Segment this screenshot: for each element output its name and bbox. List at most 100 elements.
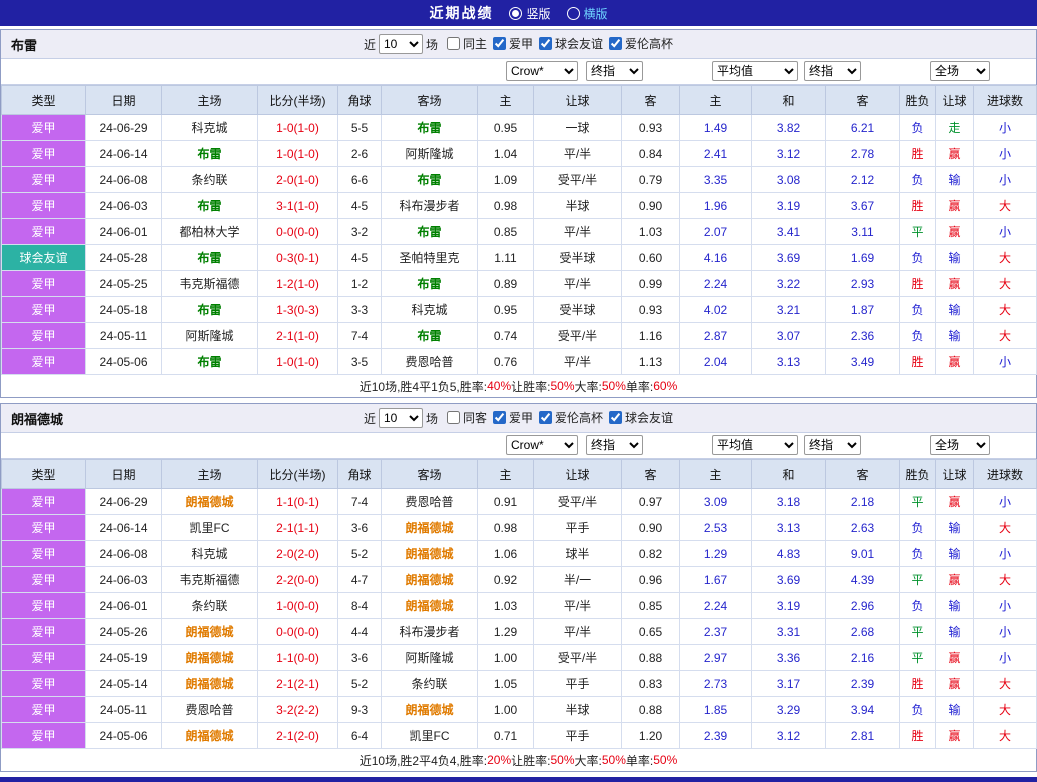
euro-draw-odds: 3.19 bbox=[751, 592, 826, 619]
home-team-name: 费恩哈普 bbox=[161, 696, 258, 723]
corner-count: 3-6 bbox=[337, 514, 382, 541]
col-header-away: 客场 bbox=[381, 85, 478, 115]
asia-handicap: 半/一 bbox=[533, 566, 622, 593]
filter-checkbox[interactable]: 同主 bbox=[446, 35, 487, 52]
score-halftime: 1-0(1-0) bbox=[257, 114, 338, 141]
scope-select[interactable]: 全场 bbox=[930, 435, 990, 455]
bookmaker-select[interactable]: Crow* bbox=[506, 61, 578, 81]
euro-away-odds: 2.93 bbox=[825, 270, 900, 297]
euro-average-select[interactable]: 平均值 bbox=[712, 435, 798, 455]
filter-checkbox[interactable]: 球会友谊 bbox=[539, 35, 603, 52]
euro-draw-odds: 3.18 bbox=[751, 488, 826, 515]
radio-unselected-icon bbox=[566, 6, 580, 20]
home-team-name: 条约联 bbox=[161, 166, 258, 193]
league-badge: 爱甲 bbox=[1, 722, 86, 749]
filter-checkbox-input[interactable] bbox=[493, 37, 506, 50]
euro-away-odds: 2.39 bbox=[825, 670, 900, 697]
asia-handicap: 平/半 bbox=[533, 218, 622, 245]
goals-over-under-flag: 小 bbox=[973, 540, 1037, 567]
asia-home-odds: 0.89 bbox=[477, 270, 534, 297]
handicap-result-flag: 输 bbox=[935, 296, 974, 323]
match-date: 24-06-03 bbox=[85, 566, 162, 593]
filter-checkbox-input[interactable] bbox=[446, 37, 460, 50]
filter-checkbox[interactable]: 爱伦高杯 bbox=[539, 409, 603, 426]
filter-checkbox-label: 爱伦高杯 bbox=[555, 411, 604, 425]
asia-odds-type-select[interactable]: 终指 bbox=[586, 61, 643, 81]
col-header-score: 比分(半场) bbox=[257, 459, 338, 489]
euro-home-odds: 2.37 bbox=[679, 618, 752, 645]
euro-draw-odds: 4.83 bbox=[751, 540, 826, 567]
col-header-euro-home: 主 bbox=[679, 85, 752, 115]
asia-odds-type-select[interactable]: 终指 bbox=[586, 435, 643, 455]
col-header-euro-away: 客 bbox=[825, 85, 900, 115]
match-count-select[interactable]: 10 bbox=[378, 34, 423, 54]
corner-count: 8-4 bbox=[337, 592, 382, 619]
match-result-flag: 胜 bbox=[899, 722, 936, 749]
away-team-name: 朗福德城 bbox=[381, 514, 478, 541]
match-date: 24-06-08 bbox=[85, 540, 162, 567]
asia-home-odds: 1.00 bbox=[477, 644, 534, 671]
scope-select[interactable]: 全场 bbox=[930, 61, 990, 81]
euro-home-odds: 2.04 bbox=[679, 348, 752, 375]
euro-draw-odds: 3.12 bbox=[751, 140, 826, 167]
away-team-name: 科布漫步者 bbox=[381, 192, 478, 219]
euro-home-odds: 2.24 bbox=[679, 270, 752, 297]
team-name: 朗福德城 bbox=[11, 411, 64, 427]
handicap-result-flag: 走 bbox=[935, 114, 974, 141]
euro-home-odds: 1.85 bbox=[679, 696, 752, 723]
asia-home-odds: 1.06 bbox=[477, 540, 534, 567]
table-header-row: 类型 日期 主场 比分(半场) 角球 客场 主 让球 客 主 和 客 胜负 让球… bbox=[1, 85, 1037, 115]
euro-away-odds: 2.78 bbox=[825, 140, 900, 167]
bookmaker-select[interactable]: Crow* bbox=[506, 435, 578, 455]
euro-odds-type-select[interactable]: 终指 bbox=[804, 61, 861, 81]
corner-count: 4-7 bbox=[337, 566, 382, 593]
euro-average-select[interactable]: 平均值 bbox=[712, 61, 798, 81]
handicap-result-flag: 赢 bbox=[935, 270, 974, 297]
filter-checkbox[interactable]: 爱伦高杯 bbox=[609, 35, 673, 52]
near-label: 近 bbox=[363, 411, 376, 426]
handicap-result-flag: 输 bbox=[935, 166, 974, 193]
goals-over-under-flag: 大 bbox=[973, 696, 1037, 723]
match-result-flag: 负 bbox=[899, 296, 936, 323]
filter-checkbox-input[interactable] bbox=[609, 411, 623, 424]
corner-count: 4-5 bbox=[337, 244, 382, 271]
layout-radio-vertical[interactable]: 竖版 bbox=[509, 5, 551, 22]
filter-checkbox[interactable]: 爱甲 bbox=[493, 35, 533, 52]
match-date: 24-05-14 bbox=[85, 670, 162, 697]
league-badge: 爱甲 bbox=[1, 218, 86, 245]
asia-home-odds: 0.98 bbox=[477, 514, 534, 541]
odds-filter-row: Crow* 终指 平均值 终指 全场 bbox=[1, 433, 1036, 459]
page-header: 近期战绩 竖版 横版 bbox=[0, 0, 1037, 26]
filter-checkbox[interactable]: 爱甲 bbox=[493, 409, 533, 426]
euro-draw-odds: 3.31 bbox=[751, 618, 826, 645]
games-label: 场 bbox=[425, 411, 438, 426]
score-halftime: 2-2(0-0) bbox=[257, 566, 338, 593]
euro-home-odds: 1.96 bbox=[679, 192, 752, 219]
asia-home-odds: 1.05 bbox=[477, 670, 534, 697]
euro-draw-odds: 3.69 bbox=[751, 566, 826, 593]
euro-odds-type-select[interactable]: 终指 bbox=[804, 435, 861, 455]
filter-checkbox-input[interactable] bbox=[446, 411, 460, 424]
filter-checkbox[interactable]: 球会友谊 bbox=[609, 409, 673, 426]
handicap-result-flag: 赢 bbox=[935, 192, 974, 219]
filter-checkbox-input[interactable] bbox=[539, 37, 553, 50]
corner-count: 1-2 bbox=[337, 270, 382, 297]
match-row: 爱甲 24-05-06 朗福德城 2-1(2-0) 6-4 凯里FC 0.71 平手 1.20 2… bbox=[1, 722, 1037, 749]
match-count-select[interactable]: 10 bbox=[378, 408, 423, 428]
corner-count: 3-6 bbox=[337, 644, 382, 671]
asia-away-odds: 0.90 bbox=[621, 514, 680, 541]
match-row: 爱甲 24-05-26 朗福德城 0-0(0-0) 4-4 科布漫步者 1.29 平/半 0.6… bbox=[1, 618, 1037, 645]
asia-home-odds: 0.71 bbox=[477, 722, 534, 749]
filter-checkbox[interactable]: 同客 bbox=[446, 409, 487, 426]
layout-radio-horizontal[interactable]: 横版 bbox=[566, 5, 608, 22]
handicap-result-flag: 赢 bbox=[935, 140, 974, 167]
filter-checkbox-input[interactable] bbox=[493, 411, 506, 424]
away-team-name: 布雷 bbox=[381, 166, 478, 193]
match-result-flag: 胜 bbox=[899, 670, 936, 697]
home-team-name: 科克城 bbox=[161, 540, 258, 567]
euro-draw-odds: 3.36 bbox=[751, 644, 826, 671]
euro-home-odds: 2.87 bbox=[679, 322, 752, 349]
filter-checkbox-input[interactable] bbox=[539, 411, 553, 424]
filter-checkbox-input[interactable] bbox=[609, 37, 623, 50]
asia-away-odds: 1.03 bbox=[621, 218, 680, 245]
